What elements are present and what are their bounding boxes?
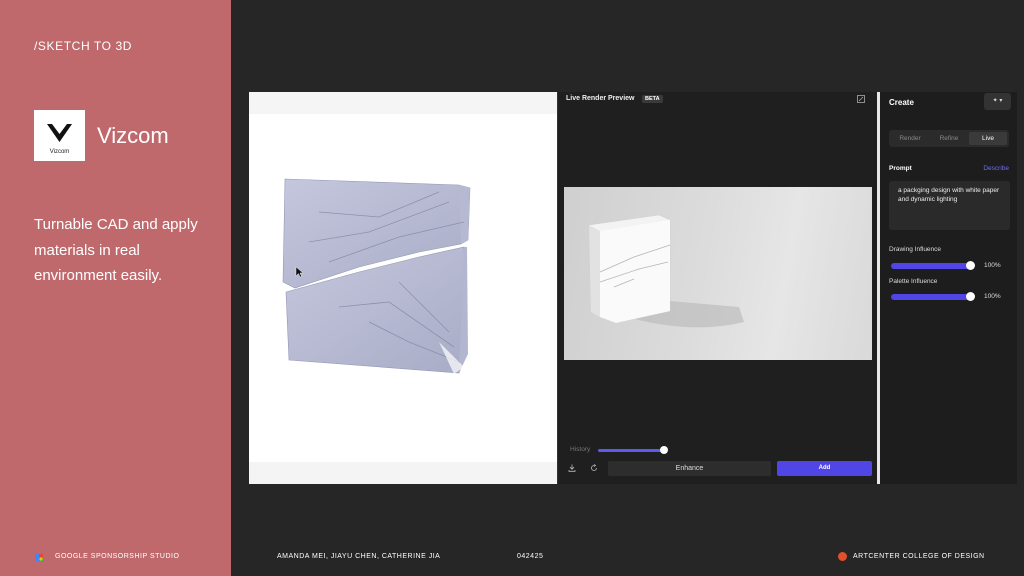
add-button[interactable]: Add (777, 461, 872, 476)
college-label: ARTCENTER COLLEGE OF DESIGN (853, 553, 985, 560)
palette-influence-slider[interactable] (891, 294, 973, 300)
history-slider-knob[interactable] (660, 446, 668, 454)
studio-label: GOOGLE SPONSORSHIP STUDIO (55, 553, 180, 560)
section-label: /SKETCH TO 3D (34, 39, 133, 53)
create-panel: Create ✦ ▾ Render Refine Live Prompt Des… (877, 92, 1017, 484)
date-label: 042425 (517, 553, 544, 560)
palette-influence-knob[interactable] (966, 292, 975, 301)
resize-icon[interactable] (857, 95, 865, 103)
mode-tabs: Render Refine Live (889, 130, 1009, 147)
mode-dropdown[interactable]: ✦ ▾ (984, 93, 1011, 110)
preview-title: Live Render Preview (566, 95, 635, 102)
brand-name: Vizcom (97, 123, 169, 148)
refresh-icon[interactable] (590, 464, 598, 472)
drawing-influence-slider[interactable] (891, 263, 973, 269)
chevron-down-icon: ▾ (997, 98, 1003, 104)
download-icon[interactable] (568, 464, 576, 472)
description: Turnable CAD and apply materials in real… (34, 216, 198, 284)
live-render-preview: Live Render Preview BETA History Enhance… (557, 92, 877, 484)
vizcom-chevron-icon (47, 124, 72, 142)
panel-title: Create (889, 98, 914, 107)
college-dot-icon (838, 552, 847, 561)
palette-influence-value: 100% (984, 293, 1001, 300)
palette-influence-label: Palette Influence (889, 278, 938, 285)
beta-badge: BETA (642, 95, 663, 103)
app-window: Live Render Preview BETA History Enhance… (249, 92, 1017, 484)
tab-live[interactable]: Live (969, 132, 1007, 145)
vizcom-logo: Vizcom (34, 110, 85, 161)
drawing-influence-knob[interactable] (966, 261, 975, 270)
describe-link[interactable]: Describe (983, 165, 1009, 172)
cad-model[interactable] (249, 92, 557, 484)
prompt-input[interactable]: a packging design with white paper and d… (889, 181, 1010, 230)
drawing-influence-label: Drawing Influence (889, 246, 942, 253)
history-label: History (570, 446, 591, 453)
logo-text: Vizcom (49, 149, 70, 155)
authors-label: AMANDA MEI, JIAYU CHEN, CATHERINE JIA (277, 553, 441, 560)
rendered-box (588, 214, 744, 328)
info-sidebar: /SKETCH TO 3D Vizcom Vizcom Turnable CAD… (0, 0, 231, 576)
drawing-influence-value: 100% (984, 262, 1001, 269)
google-icon (35, 554, 43, 561)
history-slider-track[interactable] (598, 449, 664, 452)
slide: /SKETCH TO 3D Vizcom Vizcom Turnable CAD… (0, 0, 1024, 576)
prompt-label: Prompt (889, 165, 912, 172)
render-output-image (564, 187, 872, 360)
tab-render[interactable]: Render (891, 132, 929, 145)
enhance-button[interactable]: Enhance (608, 461, 771, 476)
tab-refine[interactable]: Refine (930, 132, 968, 145)
3d-canvas[interactable] (249, 92, 557, 484)
